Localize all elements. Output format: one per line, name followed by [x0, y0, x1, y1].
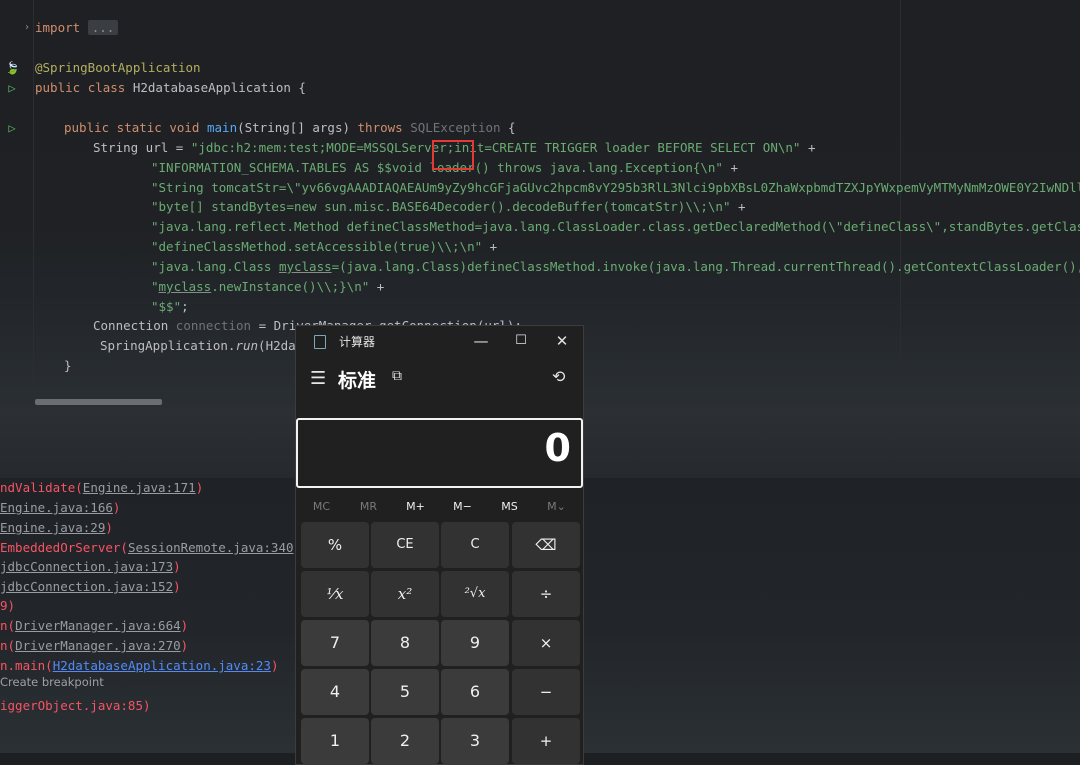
stack-link[interactable]: DriverManager.java:664: [15, 618, 181, 633]
square-root-button[interactable]: ²√x: [441, 571, 509, 617]
memory-list-button[interactable]: M⌄: [533, 498, 580, 516]
stack-link[interactable]: Engine.java:29: [0, 520, 105, 535]
memory-store-button[interactable]: MS: [486, 498, 533, 516]
stack-line: n(DriverManager.java:664): [0, 618, 189, 633]
calculator-titlebar[interactable]: 计算器 — ☐ ✕: [296, 326, 583, 356]
url-line-5: "java.lang.reflect.Method defineClassMet…: [151, 219, 1080, 234]
calculator-header: ☰ 标准 ⧉ ⟲: [296, 362, 583, 394]
display-value: 0: [544, 426, 571, 470]
digit-4-button[interactable]: 4: [301, 669, 369, 715]
stack-link[interactable]: jdbcConnection.java:173: [0, 559, 173, 574]
digit-7-button[interactable]: 7: [301, 620, 369, 666]
stack-link[interactable]: Engine.java:171: [83, 480, 196, 495]
stack-link[interactable]: jdbcConnection.java:152: [0, 579, 173, 594]
digit-5-button[interactable]: 5: [371, 669, 439, 715]
digit-1-button[interactable]: 1: [301, 718, 369, 764]
stack-link[interactable]: SessionRemote.java:340: [128, 540, 294, 555]
run-main-icon[interactable]: ▷: [5, 121, 19, 135]
stack-link[interactable]: Engine.java:166: [0, 500, 113, 515]
digit-3-button[interactable]: 3: [441, 718, 509, 764]
divide-button[interactable]: ÷: [512, 571, 580, 617]
digit-2-button[interactable]: 2: [371, 718, 439, 764]
stack-line: 9): [0, 598, 16, 613]
url-line-3: "String tomcatStr=\"yv66vgAAADIAQAEAUm9y…: [151, 180, 1080, 195]
clear-button[interactable]: C: [441, 522, 509, 568]
annotation-line: @SpringBootApplication: [35, 60, 201, 75]
square-button[interactable]: x²: [371, 571, 439, 617]
spring-run-line: SpringApplication.run(H2dat: [100, 338, 304, 353]
url-line-7: "java.lang.Class myclass=(java.lang.Clas…: [151, 259, 1080, 274]
stack-line: n(DriverManager.java:270): [0, 638, 189, 653]
fold-chevron-icon[interactable]: ›: [20, 21, 34, 35]
subtract-button[interactable]: −: [512, 669, 580, 715]
stack-line: Engine.java:166): [0, 500, 121, 515]
stack-line: jdbcConnection.java:173): [0, 559, 181, 574]
right-margin-guide: [900, 0, 901, 408]
maximize-button[interactable]: ☐: [506, 331, 536, 351]
close-button[interactable]: ✕: [547, 331, 577, 351]
import-fold[interactable]: ...: [87, 20, 119, 35]
spring-bean-icon[interactable]: 🍃: [5, 61, 20, 75]
percent-button[interactable]: %: [301, 522, 369, 568]
digit-8-button[interactable]: 8: [371, 620, 439, 666]
digit-6-button[interactable]: 6: [441, 669, 509, 715]
stack-line: EmbeddedOrServer(SessionRemote.java:340): [0, 540, 301, 555]
create-breakpoint-hint[interactable]: Create breakpoint: [0, 675, 104, 689]
gutter-divider: [33, 0, 34, 408]
multiply-button[interactable]: ×: [512, 620, 580, 666]
stack-line: jdbcConnection.java:152): [0, 579, 181, 594]
calculator-app-icon: [314, 335, 326, 349]
memory-subtract-button[interactable]: M−: [439, 498, 486, 516]
import-line: import ...: [35, 18, 119, 38]
backspace-button[interactable]: ⌫: [512, 522, 580, 568]
add-button[interactable]: +: [512, 718, 580, 764]
run-class-icon[interactable]: ▷: [5, 81, 19, 95]
memory-clear-button[interactable]: MC: [298, 498, 345, 516]
horizontal-scrollbar[interactable]: [35, 399, 162, 405]
stack-link[interactable]: H2databaseApplication.java:23: [53, 658, 271, 673]
hamburger-menu-icon[interactable]: ☰: [310, 368, 326, 389]
stack-line: iggerObject.java:85): [0, 698, 151, 713]
stack-line: ndValidate(Engine.java:171): [0, 480, 204, 495]
digit-9-button[interactable]: 9: [441, 620, 509, 666]
minimize-button[interactable]: —: [466, 331, 496, 351]
history-icon[interactable]: ⟲: [552, 367, 565, 386]
calculator-display: 0: [296, 418, 583, 488]
memory-recall-button[interactable]: MR: [345, 498, 392, 516]
url-line-9: "$$";: [151, 299, 189, 314]
clear-entry-button[interactable]: CE: [371, 522, 439, 568]
highlight-box: [432, 140, 474, 170]
calculator-window: 计算器 — ☐ ✕ ☰ 标准 ⧉ ⟲ 0 MC MR M+ M− MS M⌄ %…: [295, 325, 584, 765]
url-line-8: "myclass.newInstance()\\;}\n" +: [151, 279, 385, 294]
calculator-title: 计算器: [339, 335, 376, 349]
stack-line: Engine.java:29): [0, 520, 113, 535]
stack-link[interactable]: DriverManager.java:270: [15, 638, 181, 653]
calculator-mode: 标准: [338, 370, 377, 392]
method-close-brace: }: [64, 358, 72, 373]
url-line-6: "defineClassMethod.setAccessible(true)\\…: [151, 239, 498, 254]
url-line-4: "byte[] standBytes=new sun.misc.BASE64De…: [151, 199, 746, 214]
stack-line: n.main(H2databaseApplication.java:23): [0, 658, 279, 673]
class-decl-line: public class H2databaseApplication {: [35, 80, 306, 95]
main-decl-line: public static void main(String[] args) t…: [64, 120, 516, 135]
keep-on-top-icon[interactable]: ⧉: [392, 368, 402, 384]
reciprocal-button[interactable]: ⅟x: [301, 571, 369, 617]
memory-add-button[interactable]: M+: [392, 498, 439, 516]
